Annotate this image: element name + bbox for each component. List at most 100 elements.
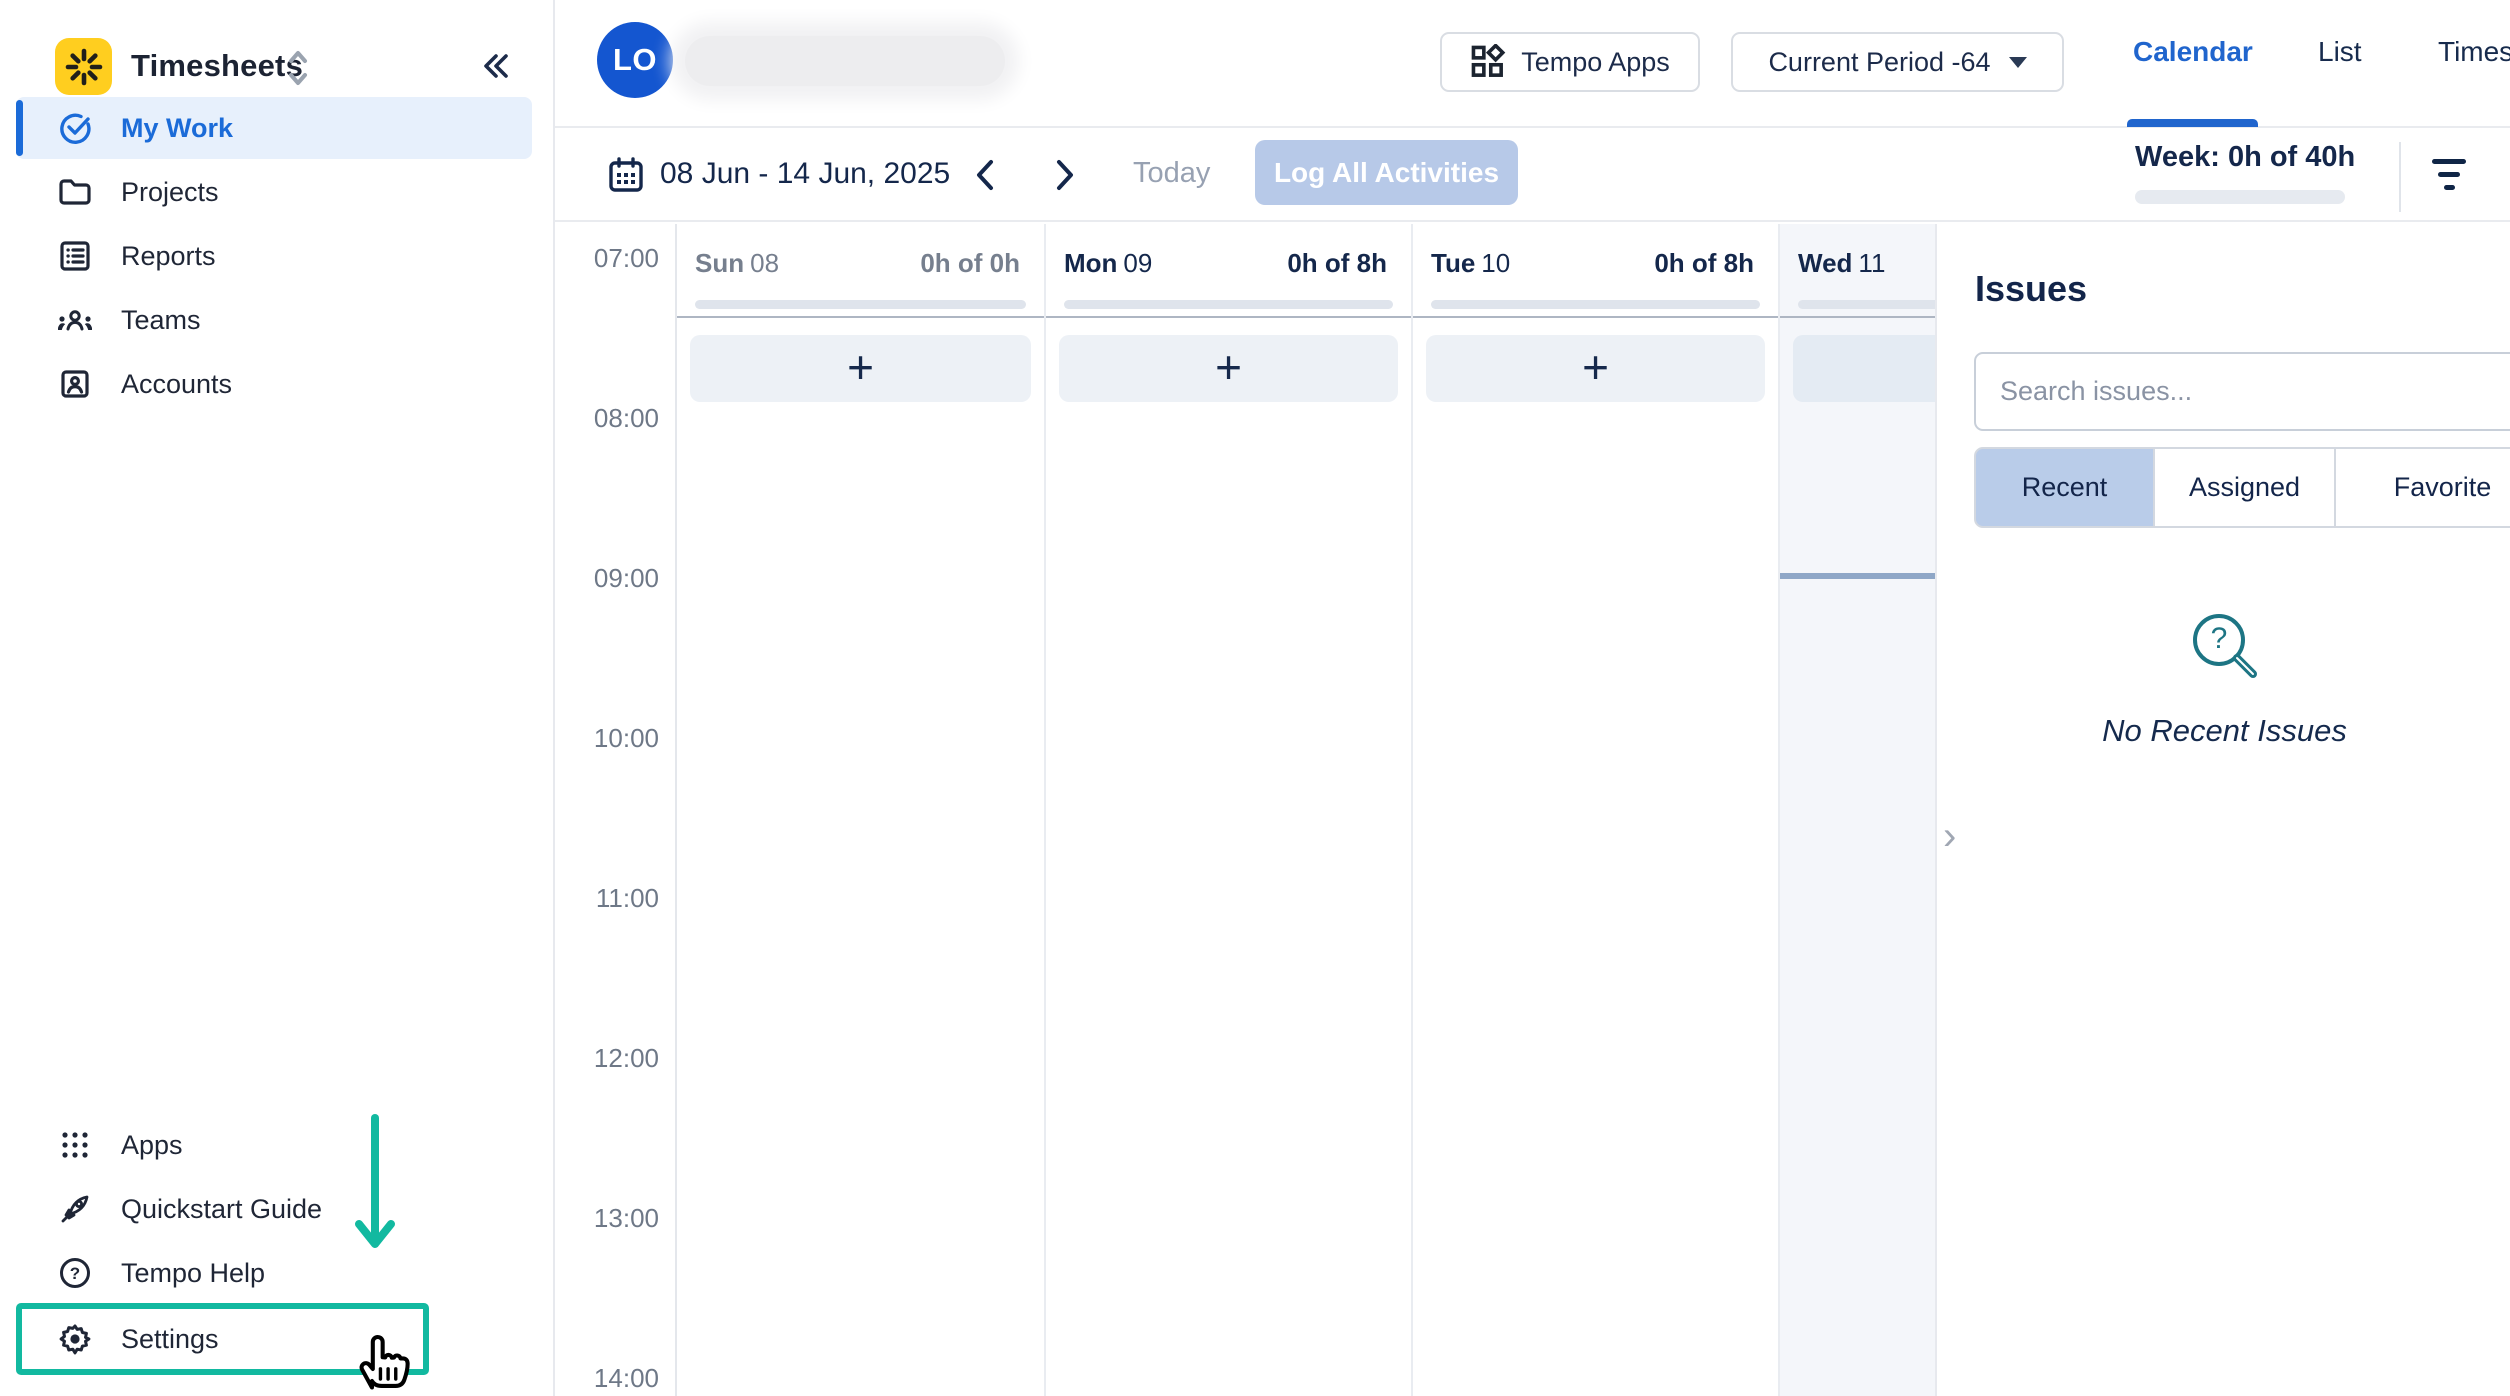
sidebar-item-label: Settings xyxy=(121,1324,219,1355)
date-range-label[interactable]: 08 Jun - 14 Jun, 2025 xyxy=(660,157,950,191)
week-progress-bar xyxy=(2135,190,2345,204)
time-label: 14:00 xyxy=(594,1362,659,1394)
day-hours-summary: 0h of 8h xyxy=(1654,248,1754,279)
avatar[interactable]: LO xyxy=(597,22,673,98)
day-progress-track xyxy=(1431,300,1760,309)
add-worklog-button[interactable]: + xyxy=(1426,335,1765,402)
sidebar: Timesheets xyxy=(0,0,555,1396)
filter-icon[interactable] xyxy=(2421,146,2477,202)
svg-text:?: ? xyxy=(70,1264,80,1283)
day-column: Wed11 xyxy=(1778,224,1935,1396)
time-label: 11:00 xyxy=(596,882,659,914)
tab-times[interactable]: Times xyxy=(2438,36,2510,68)
sidebar-item-apps[interactable]: Apps xyxy=(16,1114,532,1176)
tempo-apps-button[interactable]: Tempo Apps xyxy=(1440,32,1700,92)
issues-panel: › Issues Recent Assigned Favorite ? xyxy=(1935,224,2510,1396)
next-week-button[interactable] xyxy=(1043,152,1087,198)
plus-icon: + xyxy=(847,344,874,390)
sidebar-item-label: Apps xyxy=(121,1130,183,1161)
previous-week-button[interactable] xyxy=(963,152,1007,198)
period-selector-value: Current Period -64 xyxy=(1768,47,1990,78)
sidebar-item-reports[interactable]: Reports xyxy=(16,225,532,287)
tab-recent[interactable]: Recent xyxy=(1974,447,2155,528)
sidebar-item-projects[interactable]: Projects xyxy=(16,161,532,223)
day-date: 10 xyxy=(1481,248,1510,278)
week-summary-label: Week: 0h of 40h xyxy=(2135,141,2347,174)
sidebar-item-label: Accounts xyxy=(121,369,232,400)
add-worklog-button[interactable]: + xyxy=(690,335,1031,402)
sidebar-item-my-work[interactable]: My Work xyxy=(16,97,532,159)
calendar-grid: Sun08 0h of 0h + Mon09 0h of 8h + Tue10 … xyxy=(555,224,1935,1396)
day-name: Mon xyxy=(1064,248,1117,278)
empty-state: ? No Recent Issues xyxy=(1937,604,2510,749)
app-title: Timesheets xyxy=(131,48,303,84)
sidebar-item-label: Projects xyxy=(121,177,219,208)
time-label: 10:00 xyxy=(594,722,659,754)
day-header: Tue10 0h of 8h xyxy=(1413,224,1778,318)
current-time-indicator xyxy=(1780,573,1935,579)
day-header: Mon09 0h of 8h xyxy=(1046,224,1411,318)
day-hours-summary: 0h of 0h xyxy=(920,248,1020,279)
day-name: Tue xyxy=(1431,248,1475,278)
sidebar-item-accounts[interactable]: Accounts xyxy=(16,353,532,415)
sidebar-item-teams[interactable]: Teams xyxy=(16,289,532,351)
day-header: Sun08 0h of 0h xyxy=(677,224,1044,318)
tab-favorite[interactable]: Favorite xyxy=(2336,447,2510,528)
tab-assigned[interactable]: Assigned xyxy=(2155,447,2336,528)
issues-panel-title: Issues xyxy=(1975,268,2087,310)
time-label: 08:00 xyxy=(594,402,659,434)
time-label: 09:00 xyxy=(594,562,659,594)
day-progress-track xyxy=(695,300,1026,309)
report-list-icon xyxy=(56,237,94,275)
sidebar-collapse-icon[interactable] xyxy=(474,44,518,93)
chevron-down-icon xyxy=(2009,57,2027,68)
tempo-logo-icon xyxy=(55,38,112,95)
today-button[interactable]: Today xyxy=(1115,157,1228,190)
time-label: 13:00 xyxy=(594,1202,659,1234)
day-column: Mon09 0h of 8h + xyxy=(1044,224,1411,1396)
calendar-icon xyxy=(605,154,647,201)
calendar-controls: 08 Jun - 14 Jun, 2025 Today Log All Acti… xyxy=(555,130,2510,222)
sidebar-item-quickstart-guide[interactable]: Quickstart Guide xyxy=(16,1178,532,1240)
time-label: 12:00 xyxy=(594,1042,659,1074)
gear-icon xyxy=(56,1320,94,1358)
sidebar-item-label: My Work xyxy=(121,113,233,144)
svg-text:?: ? xyxy=(2210,622,2227,655)
account-card-icon xyxy=(56,365,94,403)
day-name: Sun xyxy=(695,248,744,278)
sidebar-item-tempo-help[interactable]: ? Tempo Help xyxy=(16,1242,532,1304)
divider xyxy=(2399,142,2401,212)
sidebar-item-label: Teams xyxy=(121,305,201,336)
empty-state-text: No Recent Issues xyxy=(1937,713,2510,749)
app-window: Timesheets xyxy=(0,0,2510,1396)
top-bar: LO Tempo Apps Current Period -64 Calend xyxy=(555,0,2510,128)
add-worklog-button[interactable] xyxy=(1793,335,1935,402)
day-column: Sun08 0h of 0h + xyxy=(677,224,1044,1396)
day-progress-track xyxy=(1798,300,1935,309)
search-issues-input[interactable] xyxy=(1974,352,2510,431)
selected-indicator xyxy=(16,100,23,156)
app-switcher-chevrons-icon[interactable] xyxy=(283,47,313,94)
day-date: 11 xyxy=(1858,248,1885,278)
day-date: 09 xyxy=(1123,248,1152,278)
tab-calendar[interactable]: Calendar xyxy=(2133,36,2253,68)
add-worklog-button[interactable]: + xyxy=(1059,335,1398,402)
sidebar-item-label: Quickstart Guide xyxy=(121,1194,322,1225)
teams-people-icon xyxy=(56,301,94,339)
calendar-content: Sun08 0h of 0h + Mon09 0h of 8h + Tue10 … xyxy=(555,224,2510,1396)
tempo-apps-label: Tempo Apps xyxy=(1521,47,1670,78)
time-gutter: 07:0008:0009:0010:0011:0012:0013:0014:00 xyxy=(555,224,677,1396)
tab-list[interactable]: List xyxy=(2318,36,2362,68)
day-header: Wed11 xyxy=(1780,224,1935,318)
day-name: Wed xyxy=(1798,248,1852,278)
redacted-user-name xyxy=(685,36,1005,86)
folder-icon xyxy=(56,173,94,211)
issues-filter-tabs: Recent Assigned Favorite xyxy=(1974,447,2510,528)
period-selector-dropdown[interactable]: Current Period -64 xyxy=(1731,32,2064,92)
sidebar-item-settings[interactable]: Settings xyxy=(16,1308,532,1370)
check-circle-icon xyxy=(56,109,94,147)
panel-collapse-chevron-icon[interactable]: › xyxy=(1943,816,1983,860)
log-all-activities-button[interactable]: Log All Activities xyxy=(1255,140,1518,205)
sidebar-header: Timesheets xyxy=(0,0,553,96)
active-tab-underline xyxy=(2127,119,2258,127)
